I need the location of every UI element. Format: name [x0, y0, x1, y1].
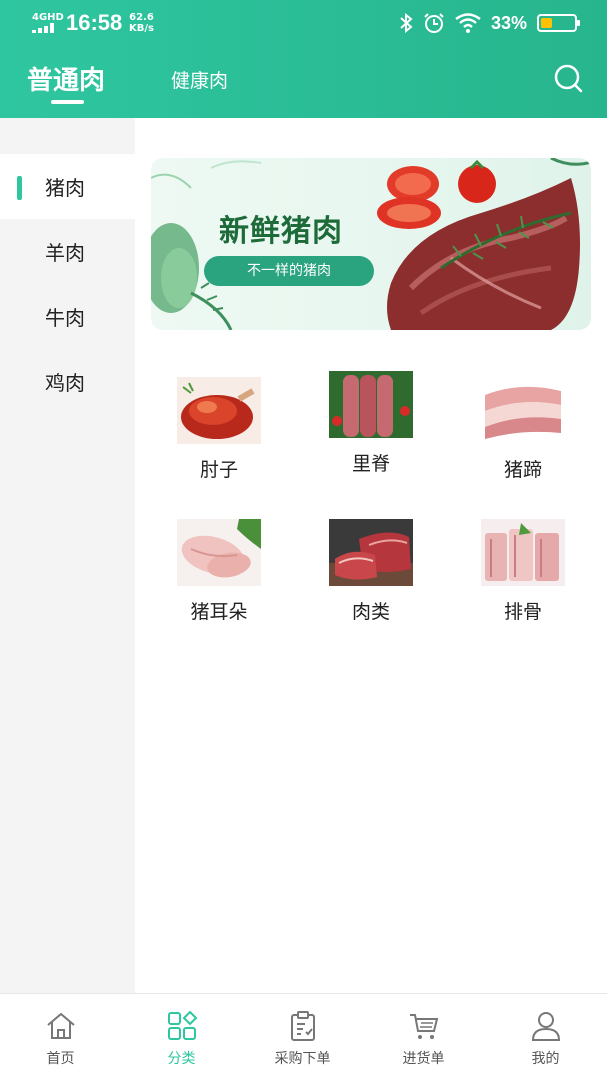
pig-ear-image [177, 519, 261, 586]
bluetooth-icon [400, 13, 413, 33]
speed-value: 62.6 [129, 12, 154, 23]
wifi-icon [455, 13, 481, 33]
top-tabs: 普通肉 健康肉 [0, 60, 607, 112]
user-icon [531, 1012, 561, 1041]
nav-purchase-order[interactable]: 采购下单 [242, 994, 363, 1080]
sidebar-item-pork[interactable]: 猪肉 [0, 154, 135, 219]
product-item-tenderloin[interactable]: 里脊 [321, 371, 421, 501]
product-label: 猪蹄 [503, 459, 542, 481]
promo-banner[interactable]: 新鲜猪肉 不一样的猪肉 [151, 158, 591, 330]
battery-percent: 33% [490, 12, 527, 33]
status-right: 33% [399, 10, 580, 36]
alarm-icon [424, 13, 444, 33]
product-label: 肘子 [199, 459, 238, 481]
spare-ribs-image [481, 519, 565, 586]
product-item-pork-knuckle[interactable]: 肘子 [169, 377, 269, 507]
product-item-trotter[interactable]: 猪蹄 [473, 377, 573, 507]
product-item-meat[interactable]: 肉类 [321, 519, 421, 649]
battery-icon [537, 14, 580, 32]
nav-home[interactable]: 首页 [0, 994, 121, 1080]
network-type: 4GHD [32, 12, 64, 23]
sidebar-item-mutton[interactable]: 羊肉 [0, 219, 135, 284]
nav-label: 首页 [46, 1051, 75, 1067]
sidebar-item-chicken[interactable]: 鸡肉 [0, 349, 135, 414]
cart-icon [410, 1014, 439, 1039]
banner-subtitle-pill: 不一样的猪肉 [204, 256, 374, 286]
sidebar-item-label: 鸡肉 [45, 371, 85, 395]
signal-icon [32, 23, 58, 33]
product-item-pig-ear[interactable]: 猪耳朵 [169, 519, 269, 649]
product-label: 猪耳朵 [190, 601, 248, 623]
nav-category[interactable]: 分类 [121, 994, 242, 1080]
sidebar-item-label: 牛肉 [45, 306, 85, 330]
bottom-nav: 首页 分类 采购下单 进货单 我的 [0, 993, 607, 1080]
battery-fill [541, 18, 552, 28]
category-sidebar: 猪肉 羊肉 牛肉 鸡肉 [0, 118, 135, 993]
clipboard-icon [291, 1011, 315, 1041]
home-icon [47, 1012, 75, 1039]
product-label: 肉类 [351, 601, 390, 623]
status-time: 16:58 [66, 10, 123, 35]
product-item-ribs[interactable]: 排骨 [473, 519, 573, 649]
pork-knuckle-image [177, 377, 261, 444]
search-icon[interactable] [552, 62, 584, 94]
product-label: 里脊 [351, 453, 390, 475]
tab-normal-meat[interactable]: 普通肉 [27, 60, 105, 97]
tenderloin-image [329, 371, 413, 438]
nav-profile[interactable]: 我的 [485, 994, 606, 1080]
status-bar: 4GHD 16:58 62.6 KB/s 33% [0, 0, 607, 46]
speed-unit: KB/s [129, 23, 154, 34]
sidebar-active-indicator [17, 176, 22, 200]
product-label: 排骨 [503, 601, 542, 623]
nav-cart[interactable]: 进货单 [363, 994, 484, 1080]
nav-label: 我的 [531, 1051, 560, 1067]
tab-active-indicator [51, 100, 84, 104]
raw-meat-image [329, 519, 413, 586]
nav-label: 分类 [167, 1051, 196, 1067]
network-speed: 62.6 KB/s [129, 12, 154, 34]
nav-label: 进货单 [402, 1051, 445, 1067]
sidebar-item-label: 猪肉 [45, 176, 85, 200]
tab-healthy-meat[interactable]: 健康肉 [171, 66, 228, 93]
app-header: 4GHD 16:58 62.6 KB/s 33% 普通肉 健康肉 [0, 0, 607, 118]
banner-title: 新鲜猪肉 [219, 214, 343, 249]
pork-belly-image [481, 377, 565, 444]
sidebar-item-beef[interactable]: 牛肉 [0, 284, 135, 349]
category-grid-icon [168, 1010, 198, 1040]
banner-leaf-decoration [151, 158, 591, 330]
nav-label: 采购下单 [274, 1051, 331, 1067]
sidebar-item-label: 羊肉 [45, 241, 85, 265]
